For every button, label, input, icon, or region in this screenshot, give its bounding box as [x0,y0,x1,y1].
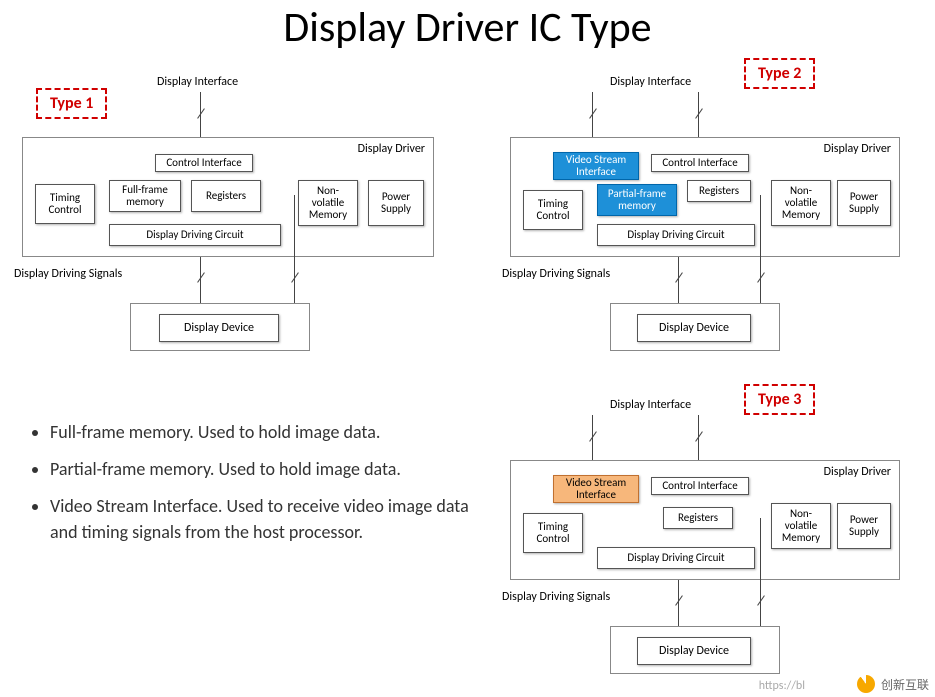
power-supply-block-2: Power Supply [837,180,891,226]
nvm-block-3: Non-volatile Memory [771,503,831,549]
display-driver-label-2: Display Driver [824,142,891,156]
diagram-type-1: Display Interface Display Driver Control… [22,75,437,195]
display-interface-label: Display Interface [157,75,238,89]
control-interface-block-2: Control Interface [651,154,749,172]
display-device-inner-2: Display Device [637,314,751,342]
control-interface-block: Control Interface [155,154,253,172]
display-device-inner: Display Device [159,314,279,342]
display-driver-label: Display Driver [358,142,425,156]
diagram-type-3: Display Interface Display Driver Video S… [510,398,925,518]
display-device-box-2: Display Device [610,303,780,351]
control-interface-block-3: Control Interface [651,477,749,495]
nvm-block-2: Non-volatile Memory [771,180,831,226]
watermark: 创新互联 [857,675,929,693]
vsi-block-3: Video Stream Interface [553,475,639,503]
timing-control-block: Timing Control [35,184,95,224]
page-title: Display Driver IC Type [0,0,935,53]
display-driver-box-2: Display Driver Video Stream Interface Co… [510,137,900,257]
power-supply-block: Power Supply [368,180,424,226]
display-device-box: Display Device [130,303,310,351]
registers-block-3: Registers [663,507,733,529]
bullet-list: Full-frame memory. Used to hold image da… [20,420,470,557]
display-driver-box: Display Driver Control Interface Timing … [22,137,434,257]
ddc-block-2: Display Driving Circuit [597,224,755,246]
bullet-item: Partial-frame memory. Used to hold image… [50,457,470,482]
timing-control-block-2: Timing Control [523,190,583,230]
display-device-box-3: Display Device [610,626,780,674]
registers-block: Registers [191,180,261,212]
watermark-logo-icon [857,675,875,693]
watermark-text: 创新互联 [881,676,929,693]
power-supply-block-3: Power Supply [837,503,891,549]
footer-url: https://bl [759,679,805,693]
vsi-block: Video Stream Interface [553,152,639,180]
diagram-type-2: Display Interface Display Driver Video S… [510,75,925,195]
display-driver-label-3: Display Driver [824,465,891,479]
display-driver-box-3: Display Driver Video Stream Interface Co… [510,460,900,580]
dds-label: Display Driving Signals [14,267,122,281]
timing-control-block-3: Timing Control [523,513,583,553]
display-interface-label-2: Display Interface [610,75,691,89]
display-device-inner-3: Display Device [637,637,751,665]
bullet-item: Full-frame memory. Used to hold image da… [50,420,470,445]
display-interface-label-3: Display Interface [610,398,691,412]
pfm-block: Partial-frame memory [597,184,677,216]
full-frame-memory-block: Full-frame memory [109,180,181,212]
ddc-block: Display Driving Circuit [109,224,281,246]
dds-label-3: Display Driving Signals [502,590,610,604]
nvm-block: Non-volatile Memory [298,180,358,226]
bullet-item: Video Stream Interface. Used to receive … [50,494,470,544]
registers-block-2: Registers [687,180,751,202]
ddc-block-3: Display Driving Circuit [597,547,755,569]
dds-label-2: Display Driving Signals [502,267,610,281]
